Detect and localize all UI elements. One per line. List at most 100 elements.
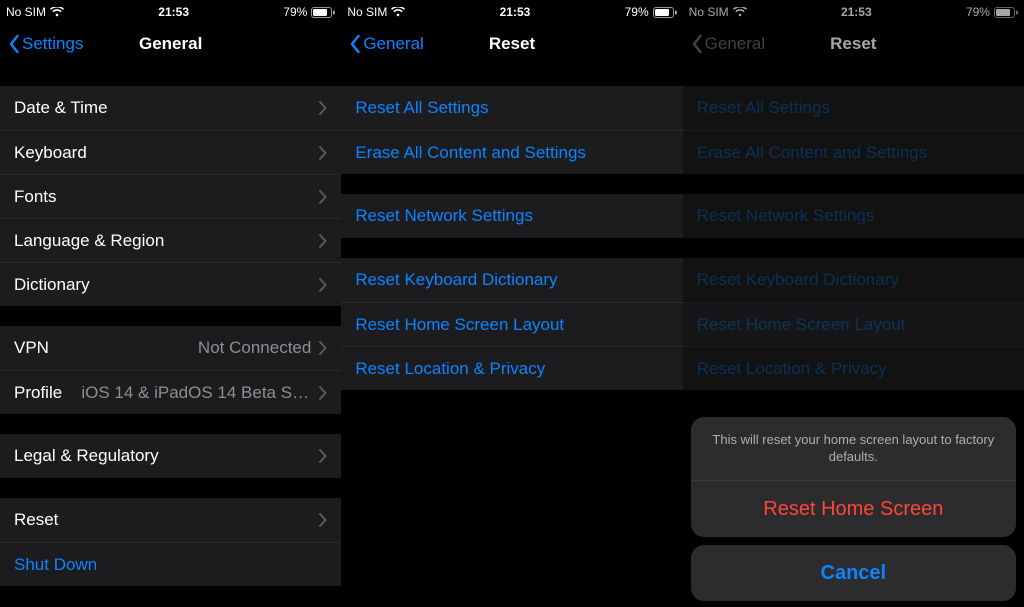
row-reset-home-layout[interactable]: Reset Home Screen Layout xyxy=(341,302,682,346)
row-label: Language & Region xyxy=(14,231,164,251)
chevron-right-icon xyxy=(319,341,327,355)
battery-icon xyxy=(653,7,677,18)
carrier-text: No SIM xyxy=(6,5,46,19)
wifi-icon xyxy=(733,7,747,17)
battery-text: 79% xyxy=(966,5,990,19)
row-reset-network[interactable]: Reset Network Settings xyxy=(341,194,682,238)
battery-icon xyxy=(311,7,335,18)
row-label: Reset Keyboard Dictionary xyxy=(355,270,557,290)
chevron-right-icon xyxy=(319,146,327,160)
back-button-settings[interactable]: Settings xyxy=(4,22,87,66)
row-label: Reset Location & Privacy xyxy=(355,359,545,379)
row-language-region[interactable]: Language & Region xyxy=(0,218,341,262)
row-label: Dictionary xyxy=(14,275,90,295)
row-reset-location-privacy: Reset Location & Privacy xyxy=(683,346,1024,390)
chevron-right-icon xyxy=(319,190,327,204)
chevron-right-icon xyxy=(319,513,327,527)
group-reset-2: Reset Network Settings xyxy=(341,194,682,238)
row-erase-all[interactable]: Erase All Content and Settings xyxy=(341,130,682,174)
nav-title: Reset xyxy=(830,34,876,54)
row-detail: Not Connected xyxy=(198,338,311,358)
battery-icon xyxy=(994,7,1018,18)
action-sheet: This will reset your home screen layout … xyxy=(691,417,1016,601)
back-label: General xyxy=(705,34,765,54)
status-bar: No SIM 21:53 79% xyxy=(0,0,341,22)
row-label: Reset Network Settings xyxy=(355,206,533,226)
row-detail: iOS 14 & iPadOS 14 Beta Softwar... xyxy=(81,383,311,403)
chevron-right-icon xyxy=(319,234,327,248)
row-label: Shut Down xyxy=(14,555,97,575)
row-label: Reset Keyboard Dictionary xyxy=(697,270,899,290)
row-profile[interactable]: Profile iOS 14 & iPadOS 14 Beta Softwar.… xyxy=(0,370,341,414)
row-erase-all: Erase All Content and Settings xyxy=(683,130,1024,174)
row-reset-home-layout: Reset Home Screen Layout xyxy=(683,302,1024,346)
group-general-2: VPN Not Connected Profile iOS 14 & iPadO… xyxy=(0,326,341,414)
back-label: Settings xyxy=(22,34,83,54)
action-sheet-main: This will reset your home screen layout … xyxy=(691,417,1016,537)
row-label: Reset Home Screen Layout xyxy=(355,315,564,335)
group-reset-2: Reset Network Settings xyxy=(683,194,1024,238)
row-label: Reset xyxy=(14,510,58,530)
panel-reset: No SIM 21:53 79% General Reset xyxy=(341,0,682,607)
row-reset-keyboard-dict[interactable]: Reset Keyboard Dictionary xyxy=(341,258,682,302)
row-label: Date & Time xyxy=(14,98,108,118)
group-reset-3: Reset Keyboard Dictionary Reset Home Scr… xyxy=(683,258,1024,390)
row-label: Profile xyxy=(14,383,62,403)
action-sheet-cancel-block: Cancel xyxy=(691,545,1016,601)
row-shutdown[interactable]: Shut Down xyxy=(0,542,341,586)
chevron-right-icon xyxy=(319,278,327,292)
clock-text: 21:53 xyxy=(158,5,189,19)
nav-bar: Settings General xyxy=(0,22,341,66)
status-bar: No SIM 21:53 79% xyxy=(341,0,682,22)
row-reset-all-settings: Reset All Settings xyxy=(683,86,1024,130)
group-general-3: Legal & Regulatory xyxy=(0,434,341,478)
cancel-button[interactable]: Cancel xyxy=(691,545,1016,601)
clock-text: 21:53 xyxy=(500,5,531,19)
group-reset-3: Reset Keyboard Dictionary Reset Home Scr… xyxy=(341,258,682,390)
group-reset-1: Reset All Settings Erase All Content and… xyxy=(341,86,682,174)
chevron-left-icon xyxy=(349,34,361,54)
row-reset-network: Reset Network Settings xyxy=(683,194,1024,238)
row-label: Keyboard xyxy=(14,143,87,163)
status-bar: No SIM 21:53 79% xyxy=(683,0,1024,22)
row-label: Reset All Settings xyxy=(697,98,830,118)
wifi-icon xyxy=(391,7,405,17)
group-general-1: Date & Time Keyboard Fonts Language & Re… xyxy=(0,86,341,306)
row-label: Fonts xyxy=(14,187,57,207)
battery-text: 79% xyxy=(625,5,649,19)
row-label: Reset Location & Privacy xyxy=(697,359,887,379)
panel-reset-confirm: No SIM 21:53 79% General Reset xyxy=(683,0,1024,607)
chevron-right-icon xyxy=(319,449,327,463)
carrier-text: No SIM xyxy=(347,5,387,19)
row-label: Reset Home Screen Layout xyxy=(697,315,906,335)
back-label: General xyxy=(363,34,423,54)
row-reset[interactable]: Reset xyxy=(0,498,341,542)
row-label: VPN xyxy=(14,338,49,358)
nav-title: General xyxy=(139,34,202,54)
row-label: Legal & Regulatory xyxy=(14,446,159,466)
back-button-general: General xyxy=(687,22,769,66)
row-keyboard[interactable]: Keyboard xyxy=(0,130,341,174)
reset-home-screen-button[interactable]: Reset Home Screen xyxy=(691,481,1016,537)
row-legal[interactable]: Legal & Regulatory xyxy=(0,434,341,478)
row-label: Erase All Content and Settings xyxy=(697,143,928,163)
row-dictionary[interactable]: Dictionary xyxy=(0,262,341,306)
row-date-time[interactable]: Date & Time xyxy=(0,86,341,130)
chevron-right-icon xyxy=(319,101,327,115)
chevron-right-icon xyxy=(319,386,327,400)
row-label: Erase All Content and Settings xyxy=(355,143,586,163)
row-reset-location-privacy[interactable]: Reset Location & Privacy xyxy=(341,346,682,390)
row-reset-all-settings[interactable]: Reset All Settings xyxy=(341,86,682,130)
nav-bar: General Reset xyxy=(683,22,1024,66)
panel-general: No SIM 21:53 79% Settings General xyxy=(0,0,341,607)
clock-text: 21:53 xyxy=(841,5,872,19)
chevron-left-icon xyxy=(8,34,20,54)
back-button-general[interactable]: General xyxy=(345,22,427,66)
row-vpn[interactable]: VPN Not Connected xyxy=(0,326,341,370)
group-reset-1: Reset All Settings Erase All Content and… xyxy=(683,86,1024,174)
row-fonts[interactable]: Fonts xyxy=(0,174,341,218)
row-label: Reset Network Settings xyxy=(697,206,875,226)
row-reset-keyboard-dict: Reset Keyboard Dictionary xyxy=(683,258,1024,302)
chevron-left-icon xyxy=(691,34,703,54)
group-general-4: Reset Shut Down xyxy=(0,498,341,586)
